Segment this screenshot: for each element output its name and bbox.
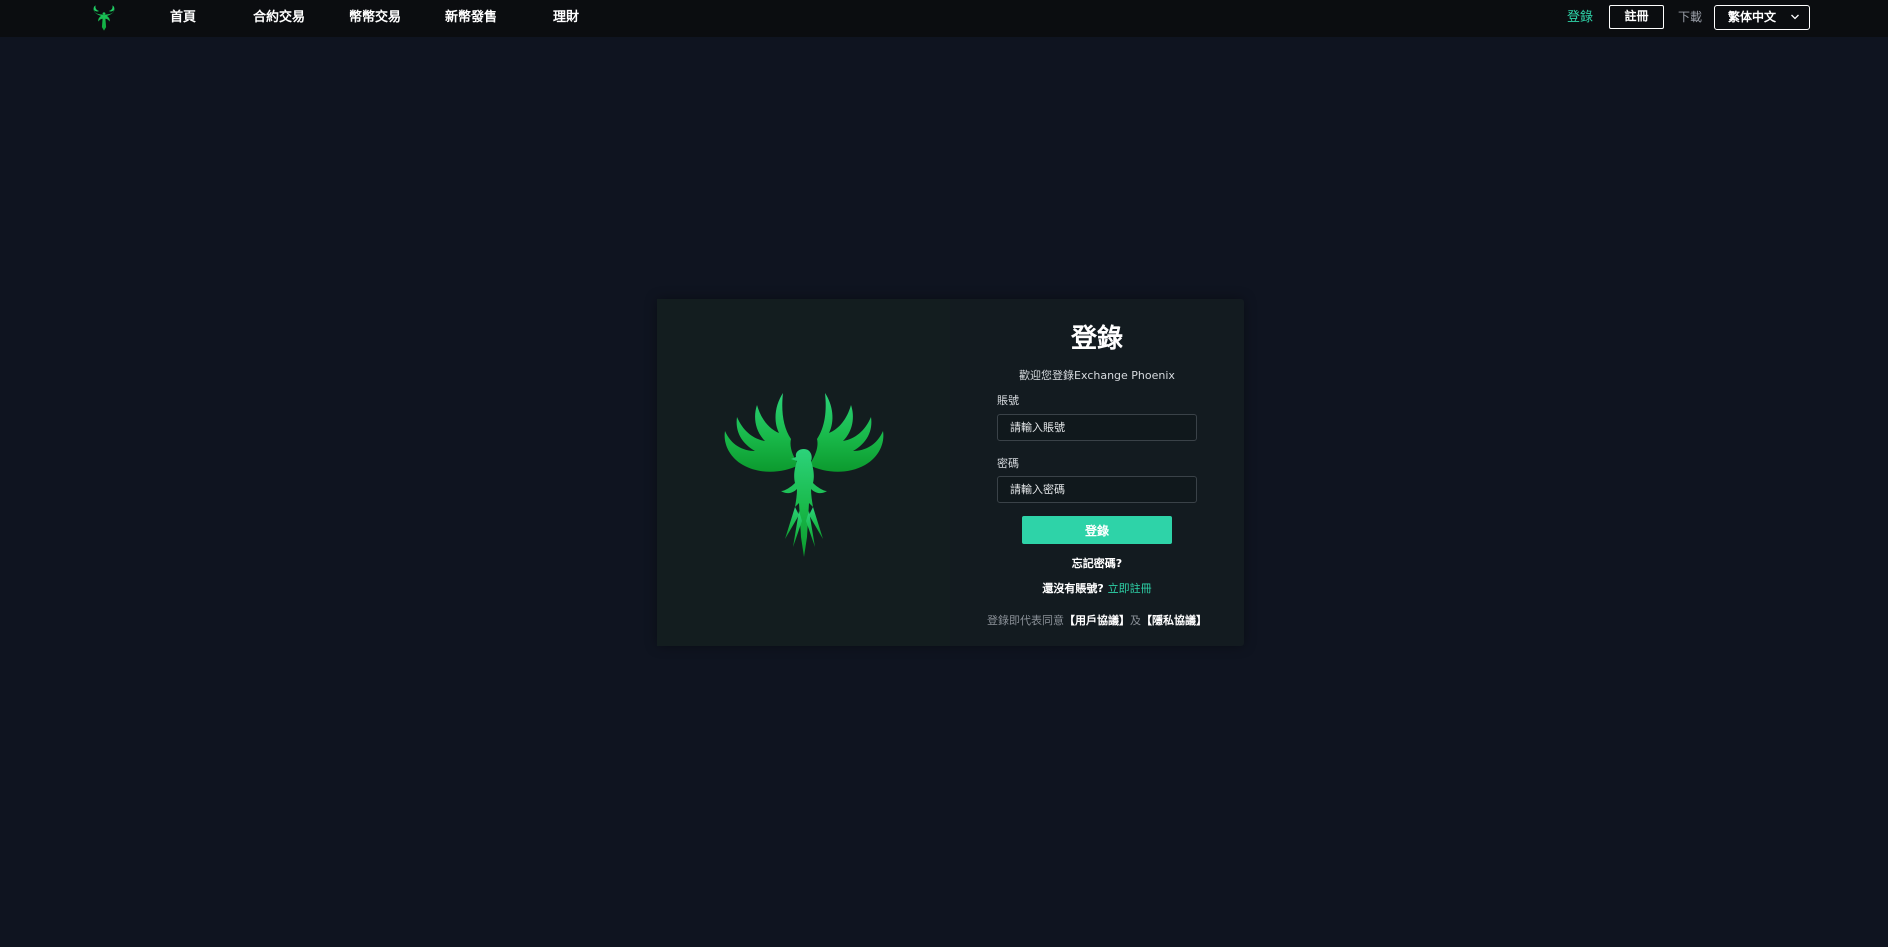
agreement-prefix: 登錄即代表同意: [987, 614, 1064, 627]
header-register-button[interactable]: 註冊: [1609, 5, 1664, 29]
user-agreement-link[interactable]: 【用戶協議】: [1064, 614, 1130, 627]
nav-spot-trading[interactable]: 幣幣交易: [349, 0, 401, 37]
password-input[interactable]: [997, 476, 1197, 503]
no-account-text: 還沒有賬號?: [1042, 582, 1104, 595]
nav-token-launch[interactable]: 新幣發售: [445, 0, 497, 37]
account-input[interactable]: [997, 414, 1197, 441]
no-account-row: 還沒有賬號? 立即註冊: [950, 580, 1244, 596]
phoenix-logo-icon[interactable]: [90, 4, 118, 32]
top-nav-bar: 首頁 合約交易 幣幣交易 新幣發售 理財 登錄 註冊 下載 繁体中文: [0, 0, 1888, 37]
language-select-value: 繁体中文: [1728, 10, 1777, 24]
nav-futures-trading[interactable]: 合約交易: [253, 0, 305, 37]
language-select[interactable]: 繁体中文: [1714, 5, 1810, 30]
chevron-down-icon: [1791, 14, 1799, 20]
login-card-brand-panel: [657, 299, 950, 646]
agreement-conjunction: 及: [1130, 614, 1141, 627]
phoenix-emblem: [724, 393, 884, 557]
privacy-agreement-link[interactable]: 【隱私協議】: [1141, 614, 1207, 627]
nav-finance[interactable]: 理財: [553, 0, 579, 37]
login-card: 登錄 歡迎您登錄Exchange Phoenix 賬號 密碼 登錄 忘記密碼? …: [657, 299, 1244, 646]
header-login-link[interactable]: 登錄: [1567, 0, 1593, 37]
forgot-password-link[interactable]: 忘記密碼?: [950, 555, 1244, 571]
header-download-link[interactable]: 下載: [1678, 0, 1702, 37]
account-label: 賬號: [997, 394, 1019, 407]
register-now-link[interactable]: 立即註冊: [1108, 582, 1152, 595]
login-subtitle: 歡迎您登錄Exchange Phoenix: [1019, 369, 1175, 382]
login-submit-button[interactable]: 登錄: [1022, 516, 1172, 544]
login-title: 登錄: [1070, 324, 1123, 354]
agreement-row: 登錄即代表同意【用戶協議】及【隱私協議】: [950, 612, 1244, 628]
password-label: 密碼: [997, 457, 1019, 470]
nav-home[interactable]: 首頁: [170, 0, 196, 37]
